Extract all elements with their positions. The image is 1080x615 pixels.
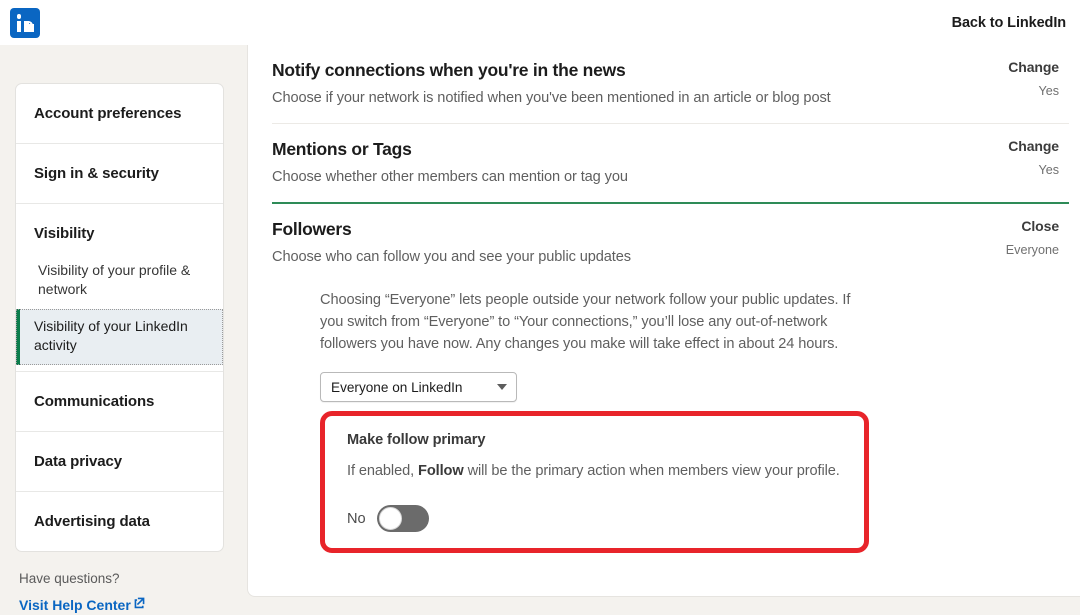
followers-expanded-panel: Choosing “Everyone” lets people outside … [272, 268, 1069, 554]
sidebar-item-visibility-linkedin-activity[interactable]: Visibility of your LinkedIn activity [16, 308, 223, 365]
copy-before: If enabled, [347, 463, 419, 480]
toggle-knob [378, 507, 402, 531]
visit-help-center-link[interactable]: Visit Help Center [19, 597, 146, 613]
sidebar-group-data-privacy: Data privacy [16, 430, 223, 491]
sidebar-item-visibility-profile-network[interactable]: Visibility of your profile & network [16, 253, 223, 309]
sidebar-item-visibility[interactable]: Visibility [16, 204, 223, 253]
linkedin-logo-icon[interactable] [10, 7, 40, 38]
sidebar-group-communications: Communications [16, 370, 223, 431]
followers-audience-select[interactable]: Everyone on LinkedIn [320, 372, 517, 403]
close-button-followers[interactable]: Close [1006, 218, 1059, 234]
make-follow-primary-description: If enabled, Follow will be the primary a… [347, 461, 847, 483]
sidebar-help-block: Have questions? Visit Help Center [15, 552, 224, 615]
section-action-group: Change Yes [1008, 138, 1059, 177]
make-follow-primary-highlight-box: Make follow primary If enabled, Follow w… [320, 411, 869, 554]
make-follow-primary-toggle-row: No [347, 505, 848, 533]
settings-content-card: Notify connections when you're in the ne… [247, 45, 1080, 597]
page-body: Account preferences Sign in & security V… [0, 45, 1080, 615]
make-follow-primary-toggle[interactable] [376, 505, 429, 533]
sidebar-group-sign-in-security: Sign in & security [16, 143, 223, 203]
section-title: Notify connections when you're in the ne… [272, 60, 626, 80]
external-link-icon [133, 596, 146, 609]
sidebar-item-communications[interactable]: Communications [16, 372, 223, 431]
toggle-state-label: No [347, 510, 366, 527]
sidebar-item-account-preferences[interactable]: Account preferences [16, 84, 223, 143]
sidebar-nav-card: Account preferences Sign in & security V… [15, 83, 224, 552]
chevron-down-icon [497, 384, 507, 391]
setting-section-news-notify: Notify connections when you're in the ne… [272, 45, 1069, 123]
section-title: Followers [272, 219, 352, 240]
followers-audience-select-value: Everyone on LinkedIn [331, 379, 463, 395]
section-description: Choose if your network is notified when … [272, 90, 831, 106]
setting-section-mentions-tags: Mentions or Tags Choose whether other me… [272, 123, 1069, 202]
sidebar-item-data-privacy[interactable]: Data privacy [16, 432, 223, 491]
followers-explanation-text: Choosing “Everyone” lets people outside … [320, 292, 851, 353]
followers-audience-select-wrap: Everyone on LinkedIn [320, 372, 1069, 403]
change-button-mentions-tags[interactable]: Change [1008, 138, 1059, 154]
sidebar-item-sign-in-security[interactable]: Sign in & security [16, 144, 223, 203]
logo-dot [16, 14, 21, 19]
section-action-group: Change Yes [1008, 59, 1059, 98]
make-follow-primary-title: Make follow primary [347, 432, 486, 449]
back-to-linkedin-link[interactable]: Back to LinkedIn [952, 15, 1067, 31]
change-button-news-notify[interactable]: Change [1008, 59, 1059, 75]
settings-sidebar: Account preferences Sign in & security V… [0, 45, 240, 615]
section-action-group: Close Everyone [1006, 218, 1059, 257]
setting-section-followers: Followers Choose who can follow you and … [272, 202, 1069, 567]
section-current-value: Yes [1038, 163, 1059, 178]
sidebar-group-advertising-data: Advertising data [16, 490, 223, 551]
section-current-value: Yes [1038, 84, 1059, 98]
content-inner: Notify connections when you're in the ne… [248, 45, 1080, 567]
top-header: Back to LinkedIn [0, 0, 1080, 45]
sidebar-group-visibility: Visibility Visibility of your profile & … [16, 203, 223, 371]
section-description: Choose who can follow you and see your p… [272, 249, 631, 266]
help-question-text: Have questions? [19, 570, 120, 586]
sidebar-item-advertising-data[interactable]: Advertising data [16, 492, 223, 551]
logo-i-stem [16, 20, 21, 32]
section-current-value: Everyone [1005, 243, 1059, 258]
sidebar-group-account-preferences: Account preferences [16, 84, 223, 143]
section-title: Mentions or Tags [272, 139, 412, 160]
logo-n-right [29, 23, 34, 32]
copy-bold-follow: Follow [418, 463, 464, 480]
visit-help-center-label: Visit Help Center [19, 596, 131, 613]
copy-after: will be the primary action when members … [463, 463, 840, 480]
section-description: Choose whether other members can mention… [272, 169, 628, 186]
